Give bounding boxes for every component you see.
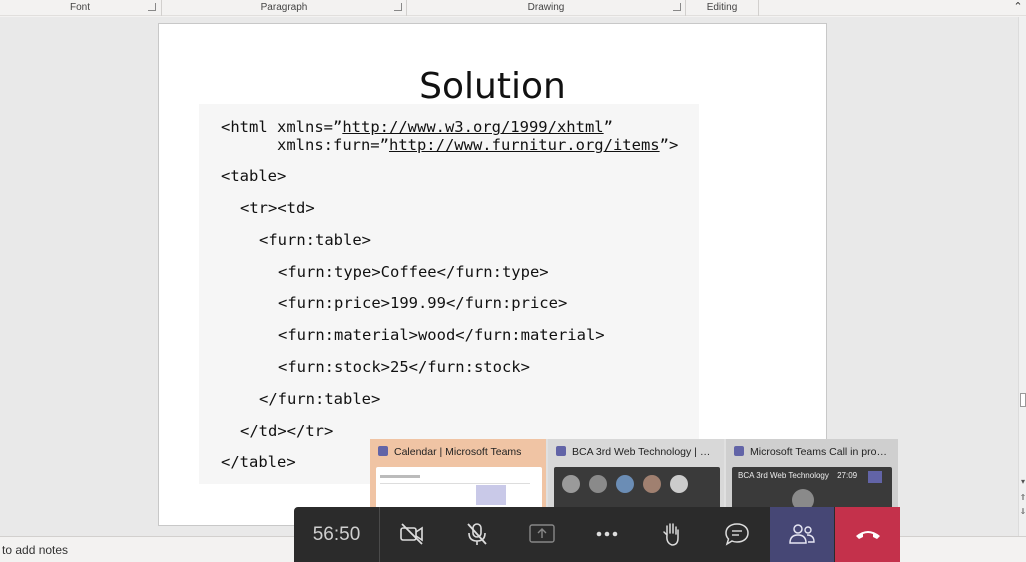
- minimize-icon: [868, 471, 882, 483]
- code-line: <furn:table>: [259, 231, 371, 249]
- hand-icon: [663, 523, 679, 546]
- code-line: xmlns:furn=”http://www.furnitur.org/item…: [221, 136, 679, 154]
- camera-off-button[interactable]: [380, 507, 444, 562]
- call-timer: 56:50: [312, 524, 361, 545]
- scroll-down-arrow-icon[interactable]: ▾: [1019, 477, 1026, 487]
- thumbnail-calendar-teams[interactable]: Calendar | Microsoft Teams: [370, 439, 546, 509]
- ribbon-group-label: Editing: [706, 2, 738, 13]
- code-line: <table>: [221, 167, 287, 185]
- ribbon-group-drawing: Drawing: [407, 0, 685, 16]
- teams-icon: [734, 446, 744, 456]
- ribbon-group-label: Paragraph: [260, 2, 308, 13]
- ribbon-group-editing: Editing: [686, 0, 758, 16]
- participants-button[interactable]: [770, 507, 834, 562]
- thumbnail-preview: BCA 3rd Web Technology 27:09: [732, 467, 892, 509]
- dialog-launcher-icon[interactable]: [673, 3, 681, 11]
- thumbnail-preview: [376, 467, 542, 509]
- chat-button[interactable]: [705, 507, 769, 562]
- people-icon: [789, 524, 815, 544]
- thumbnail-preview: [554, 467, 720, 509]
- namespace-url-link[interactable]: http://www.furnitur.org/items: [389, 136, 660, 154]
- thumbnail-title: Microsoft Teams Call in progr...: [750, 446, 894, 458]
- mic-off-button[interactable]: [445, 507, 509, 562]
- teams-icon: [556, 446, 566, 456]
- ellipsis-icon: [596, 531, 618, 537]
- ribbon-group-paragraph: Paragraph: [162, 0, 406, 16]
- code-line: <furn:material>wood</furn:material>: [278, 326, 605, 344]
- raise-hand-button[interactable]: [640, 507, 704, 562]
- chat-icon: [725, 523, 749, 546]
- collapse-ribbon-icon[interactable]: ⌃: [1012, 1, 1024, 13]
- code-line: <html xmlns=”http://www.w3.org/1999/xhtm…: [221, 118, 613, 136]
- slide-title: Solution: [419, 66, 566, 107]
- code-line: </table>: [221, 453, 296, 471]
- mic-off-icon: [467, 523, 487, 545]
- code-line: </td></tr>: [240, 422, 334, 440]
- namespace-url-link[interactable]: http://www.w3.org/1999/xhtml: [342, 118, 603, 136]
- dialog-launcher-icon[interactable]: [148, 3, 156, 11]
- ribbon-group-label: Font: [69, 2, 90, 13]
- ribbon-group-font: Font: [0, 0, 160, 16]
- share-icon: [529, 524, 555, 543]
- dialog-launcher-icon[interactable]: [394, 3, 402, 11]
- hang-up-button[interactable]: [835, 507, 900, 562]
- thumbnail-teams-call[interactable]: Microsoft Teams Call in progr... BCA 3rd…: [726, 439, 898, 509]
- ribbon-group-labels: Font Paragraph Drawing Editing ⌃: [0, 0, 1026, 16]
- phone-hangup-icon: [856, 531, 880, 539]
- call-meeting-title: BCA 3rd Web Technology: [738, 471, 829, 480]
- vertical-scrollbar[interactable]: ▾ ⇑ ⇓: [1018, 17, 1026, 536]
- next-slide-icon[interactable]: ⇓: [1019, 507, 1026, 517]
- code-line: <furn:type>Coffee</furn:type>: [278, 263, 549, 281]
- notes-pane-label[interactable]: to add notes: [2, 543, 68, 557]
- code-line: <furn:stock>25</furn:stock>: [278, 358, 530, 376]
- ribbon-group-label: Drawing: [527, 2, 565, 13]
- share-screen-button[interactable]: [510, 507, 574, 562]
- scrollbar-thumb[interactable]: [1020, 393, 1026, 407]
- code-line: <furn:price>199.99</furn:price>: [278, 294, 568, 312]
- call-time: 27:09: [837, 471, 858, 480]
- thumbnail-bca-web-technology[interactable]: BCA 3rd Web Technology | Micr...: [548, 439, 724, 509]
- teams-call-control-bar: 56:50: [294, 507, 900, 562]
- more-options-button[interactable]: [575, 507, 639, 562]
- teams-icon: [378, 446, 388, 456]
- thumbnail-title: BCA 3rd Web Technology | Micr...: [572, 446, 724, 458]
- thumbnail-title: Calendar | Microsoft Teams: [394, 446, 522, 458]
- code-line: <tr><td>: [240, 199, 315, 217]
- taskbar-thumbnail-popup: Calendar | Microsoft Teams BCA 3rd Web T…: [370, 439, 898, 509]
- previous-slide-icon[interactable]: ⇑: [1019, 493, 1026, 503]
- camera-off-icon: [400, 523, 423, 545]
- code-line: </furn:table>: [259, 390, 381, 408]
